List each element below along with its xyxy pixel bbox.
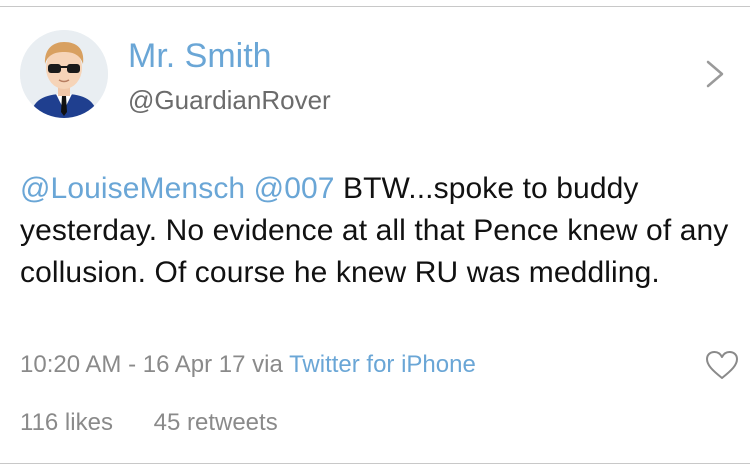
avatar-man-sunglasses-icon <box>20 30 108 118</box>
mention-link[interactable]: @007 <box>254 172 335 205</box>
mention-link[interactable]: @LouiseMensch <box>20 172 245 205</box>
tweet-stats: 116 likes 45 retweets <box>20 408 278 438</box>
source-link[interactable]: Twitter for iPhone <box>289 351 476 378</box>
avatar[interactable] <box>20 30 108 118</box>
author-name[interactable]: Mr. Smith <box>128 36 272 76</box>
retweets-count[interactable]: 45 retweets <box>154 409 278 436</box>
tweet-meta: 10:20 AM - 16 Apr 17 via Twitter for iPh… <box>20 350 476 380</box>
bottom-divider <box>0 463 750 464</box>
timestamp: 10:20 AM - 16 Apr 17 via <box>20 351 283 378</box>
chevron-right-icon[interactable] <box>702 58 728 90</box>
likes-count[interactable]: 116 likes <box>20 409 113 436</box>
top-divider <box>0 6 750 7</box>
author-handle[interactable]: @GuardianRover <box>128 84 331 116</box>
tweet-body-start: BTW...spoke to <box>334 172 548 205</box>
heart-icon[interactable] <box>704 349 740 381</box>
tweet-text: @LouiseMensch @007 BTW...spoke to buddy … <box>20 168 730 294</box>
